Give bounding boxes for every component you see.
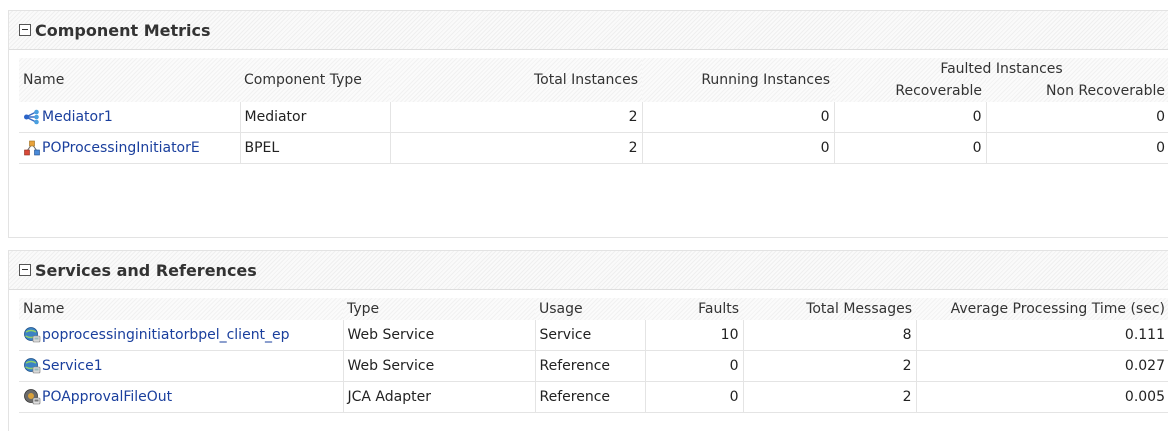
average-processing-time-cell: 0.111 (916, 320, 1168, 351)
total-instances-cell: 2 (390, 102, 643, 133)
type-cell: Web Service (343, 320, 536, 351)
header-total-instances[interactable]: Total Instances (390, 58, 642, 102)
collapse-icon[interactable] (19, 24, 31, 36)
component-type-cell: Mediator (240, 102, 391, 133)
total-instances-cell: 2 (390, 132, 643, 164)
faults-cell: 0 (645, 381, 744, 413)
header-average-processing-time[interactable]: Average Processing Time (sec) (916, 298, 1168, 320)
running-instances-cell: 0 (642, 132, 835, 164)
header-running-instances[interactable]: Running Instances (642, 58, 834, 102)
header-recoverable[interactable]: Recoverable (834, 80, 986, 102)
table-row[interactable]: Service1 Web Service Reference 0 2 0.027 (19, 350, 1168, 382)
header-component-type[interactable]: Component Type (240, 58, 390, 102)
header-faults[interactable]: Faults (645, 298, 743, 320)
collapse-icon[interactable] (19, 264, 31, 276)
service-link-poapprovalfileout[interactable]: POApprovalFileOut (42, 389, 172, 405)
component-metrics-header[interactable]: Component Metrics (9, 11, 1168, 50)
mediator-icon (24, 109, 39, 125)
non-recoverable-cell: 0 (986, 132, 1168, 164)
header-name[interactable]: Name (19, 58, 240, 102)
total-messages-cell: 2 (743, 350, 917, 382)
header-usage[interactable]: Usage (535, 298, 645, 320)
usage-cell: Reference (535, 381, 646, 413)
average-processing-time-cell: 0.027 (916, 350, 1168, 382)
faults-cell: 10 (645, 320, 744, 351)
recoverable-cell: 0 (834, 102, 987, 133)
component-metrics-panel: Component Metrics Name Component Type To… (8, 10, 1168, 238)
web-service-icon (24, 358, 41, 374)
total-messages-cell: 8 (743, 320, 917, 351)
table-row[interactable]: Mediator1 Mediator 2 0 0 0 (19, 102, 1168, 133)
table-row[interactable]: POProcessingInitiatorE BPEL 2 0 0 0 (19, 132, 1168, 164)
jca-adapter-icon (24, 389, 41, 405)
faults-cell: 0 (645, 350, 744, 382)
component-metrics-title: Component Metrics (35, 20, 211, 40)
services-references-panel: Services and References Name Type Usage … (8, 250, 1168, 431)
usage-cell: Service (535, 320, 646, 351)
average-processing-time-cell: 0.005 (916, 381, 1168, 413)
component-link-poprocessinginitiator[interactable]: POProcessingInitiatorE (42, 140, 200, 156)
header-name[interactable]: Name (19, 298, 343, 320)
total-messages-cell: 2 (743, 381, 917, 413)
services-references-header[interactable]: Services and References (9, 251, 1168, 290)
service-link-service1[interactable]: Service1 (42, 358, 103, 374)
table-row[interactable]: poprocessinginitiatorbpel_client_ep Web … (19, 320, 1168, 351)
service-link-client-ep[interactable]: poprocessinginitiatorbpel_client_ep (42, 327, 290, 343)
services-references-table: Name Type Usage Faults Total Messages Av… (19, 298, 1168, 413)
component-metrics-table: Name Component Type Total Instances Runn… (19, 58, 1168, 164)
component-type-cell: BPEL (240, 132, 391, 164)
usage-cell: Reference (535, 350, 646, 382)
recoverable-cell: 0 (834, 132, 987, 164)
running-instances-cell: 0 (642, 102, 835, 133)
header-type[interactable]: Type (343, 298, 535, 320)
header-total-messages[interactable]: Total Messages (743, 298, 916, 320)
non-recoverable-cell: 0 (986, 102, 1168, 133)
component-link-mediator1[interactable]: Mediator1 (42, 109, 113, 125)
services-references-title: Services and References (35, 260, 257, 280)
type-cell: JCA Adapter (343, 381, 536, 413)
type-cell: Web Service (343, 350, 536, 382)
web-service-icon (24, 327, 41, 343)
header-non-recoverable[interactable]: Non Recoverable (986, 80, 1168, 102)
header-faulted-instances: Faulted Instances (834, 58, 1168, 80)
table-row[interactable]: POApprovalFileOut JCA Adapter Reference … (19, 381, 1168, 413)
bpel-icon (24, 140, 40, 156)
